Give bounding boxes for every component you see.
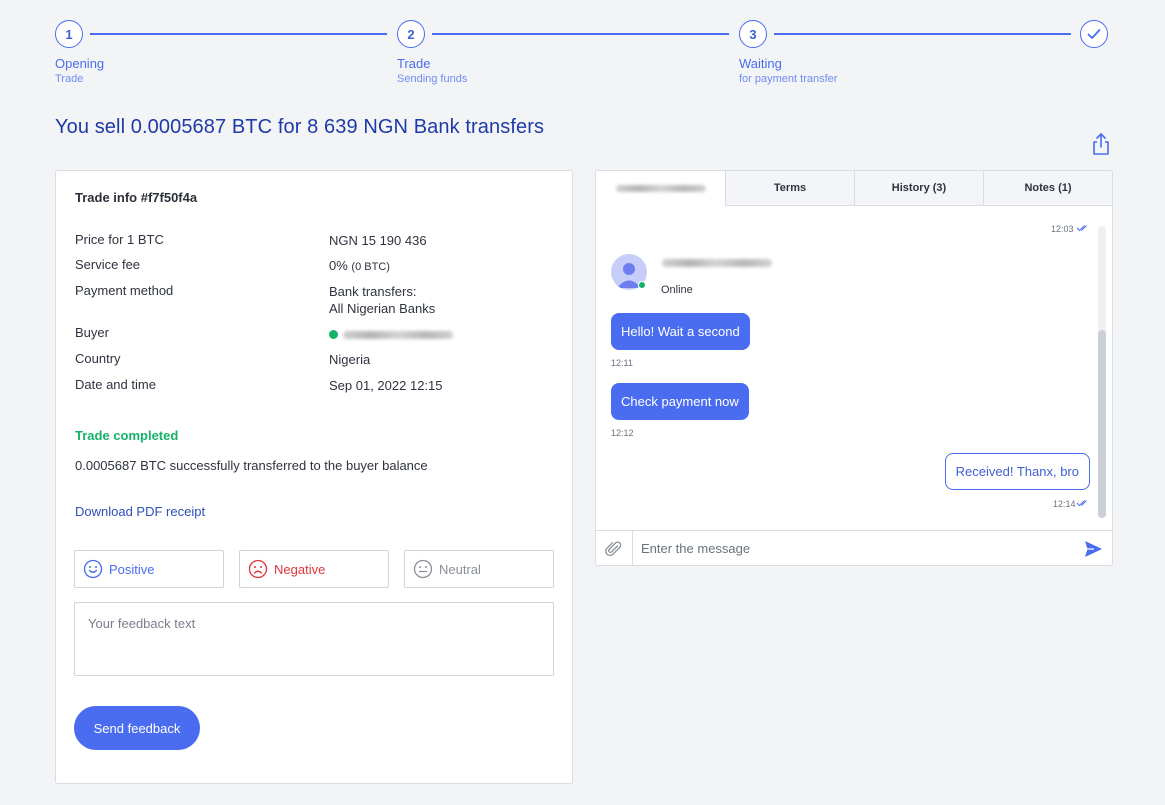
fee-value: 0% (0 BTC)	[329, 257, 390, 276]
chat-card: Terms History (3) Notes (1) 12:03 Online…	[595, 170, 1113, 566]
step-2-title: Trade	[397, 56, 431, 71]
trade-info-card: Trade info #f7f50f4a Price for 1 BTC NGN…	[55, 170, 573, 784]
progress-stepper: 1 Opening Trade 2 Trade Sending funds 3 …	[55, 20, 1108, 90]
payment-label: Payment method	[75, 283, 174, 298]
step-line-3	[774, 33, 1071, 35]
check-icon	[1080, 20, 1108, 48]
message-bubble-in: Hello! Wait a second	[611, 313, 750, 350]
message-time: 12:12	[611, 428, 634, 438]
chat-partner-name-redacted	[615, 184, 706, 192]
tab-chat[interactable]	[596, 171, 725, 206]
chat-messages[interactable]: 12:03 Online Hello! Wait a second 12:11 …	[596, 206, 1112, 530]
paperclip-icon[interactable]	[596, 531, 633, 565]
datetime-value: Sep 01, 2022 12:15	[329, 378, 443, 393]
feedback-negative-button[interactable]: Negative	[239, 550, 389, 588]
message-bubble-out: Received! Thanx, bro	[944, 453, 1090, 490]
message-input[interactable]	[634, 531, 1074, 565]
trade-status-message: 0.0005687 BTC successfully transferred t…	[75, 458, 428, 473]
feedback-textarea[interactable]: Your feedback text	[74, 602, 554, 676]
message-bubble-in: Check payment now	[611, 383, 749, 420]
tab-history[interactable]: History (3)	[854, 171, 983, 206]
message-time: 12:11	[611, 358, 633, 368]
payment-value-line1: Bank transfers:	[329, 284, 417, 299]
datetime-label: Date and time	[75, 377, 156, 392]
step-line-1	[90, 33, 387, 35]
fee-btc: (0 BTC)	[351, 261, 390, 273]
step-3-title: Waiting	[739, 56, 782, 71]
step-1-number: 1	[55, 20, 83, 48]
step-3-subtitle: for payment transfer	[739, 73, 838, 85]
negative-label: Negative	[274, 561, 326, 577]
price-label: Price for 1 BTC	[75, 232, 164, 247]
message-time: 12:14	[1053, 499, 1076, 509]
step-1-subtitle: Trade	[55, 73, 84, 85]
buyer-label: Buyer	[75, 325, 109, 340]
send-feedback-button[interactable]: Send feedback	[74, 706, 200, 750]
fee-label: Service fee	[75, 257, 141, 272]
step-1: 1 Opening Trade	[55, 20, 104, 85]
country-label: Country	[75, 351, 121, 366]
feedback-positive-button[interactable]: Positive	[74, 550, 224, 588]
message-composer	[596, 530, 1112, 565]
positive-label: Positive	[109, 561, 155, 577]
online-status: Online	[661, 284, 693, 296]
chat-tabs: Terms History (3) Notes (1)	[596, 171, 1112, 206]
step-3: 3 Waiting for payment transfer	[739, 20, 837, 85]
online-dot	[329, 330, 338, 340]
trade-info-title: Trade info #f7f50f4a	[75, 190, 198, 205]
step-2-number: 2	[397, 20, 425, 48]
step-4	[1080, 20, 1108, 48]
country-value: Nigeria	[329, 352, 371, 367]
buyer-value[interactable]	[329, 325, 453, 342]
frown-icon	[248, 559, 268, 579]
payment-value-line2: All Nigerian Banks	[329, 301, 436, 316]
neutral-face-icon	[413, 559, 433, 579]
send-icon[interactable]	[1083, 539, 1103, 559]
tab-notes[interactable]: Notes (1)	[983, 171, 1112, 206]
message-time: 12:03	[1051, 224, 1074, 234]
step-1-title: Opening	[55, 56, 105, 71]
tab-terms[interactable]: Terms	[725, 171, 854, 206]
feedback-neutral-button[interactable]: Neutral	[404, 550, 554, 588]
buyer-name-redacted	[343, 330, 453, 339]
double-check-icon	[1076, 225, 1087, 232]
trade-status: Trade completed	[75, 428, 179, 443]
step-2-subtitle: Sending funds	[397, 73, 468, 85]
share-icon[interactable]	[1091, 132, 1111, 156]
download-pdf-link[interactable]: Download PDF receipt	[75, 504, 205, 519]
payment-value: Bank transfers: All Nigerian Banks	[329, 283, 435, 317]
chat-scrollbar-thumb[interactable]	[1098, 330, 1106, 518]
double-check-icon	[1076, 500, 1087, 507]
step-2: 2 Trade Sending funds	[397, 20, 467, 85]
neutral-label: Neutral	[439, 561, 481, 577]
online-dot	[638, 281, 646, 289]
step-3-number: 3	[739, 20, 767, 48]
step-line-2	[432, 33, 729, 35]
partner-name-redacted	[662, 259, 772, 267]
smile-icon	[83, 559, 103, 579]
fee-percent: 0%	[329, 258, 348, 273]
price-value: NGN 15 190 436	[329, 233, 427, 248]
page-title: You sell 0.0005687 BTC for 8 639 NGN Ban…	[55, 116, 545, 138]
